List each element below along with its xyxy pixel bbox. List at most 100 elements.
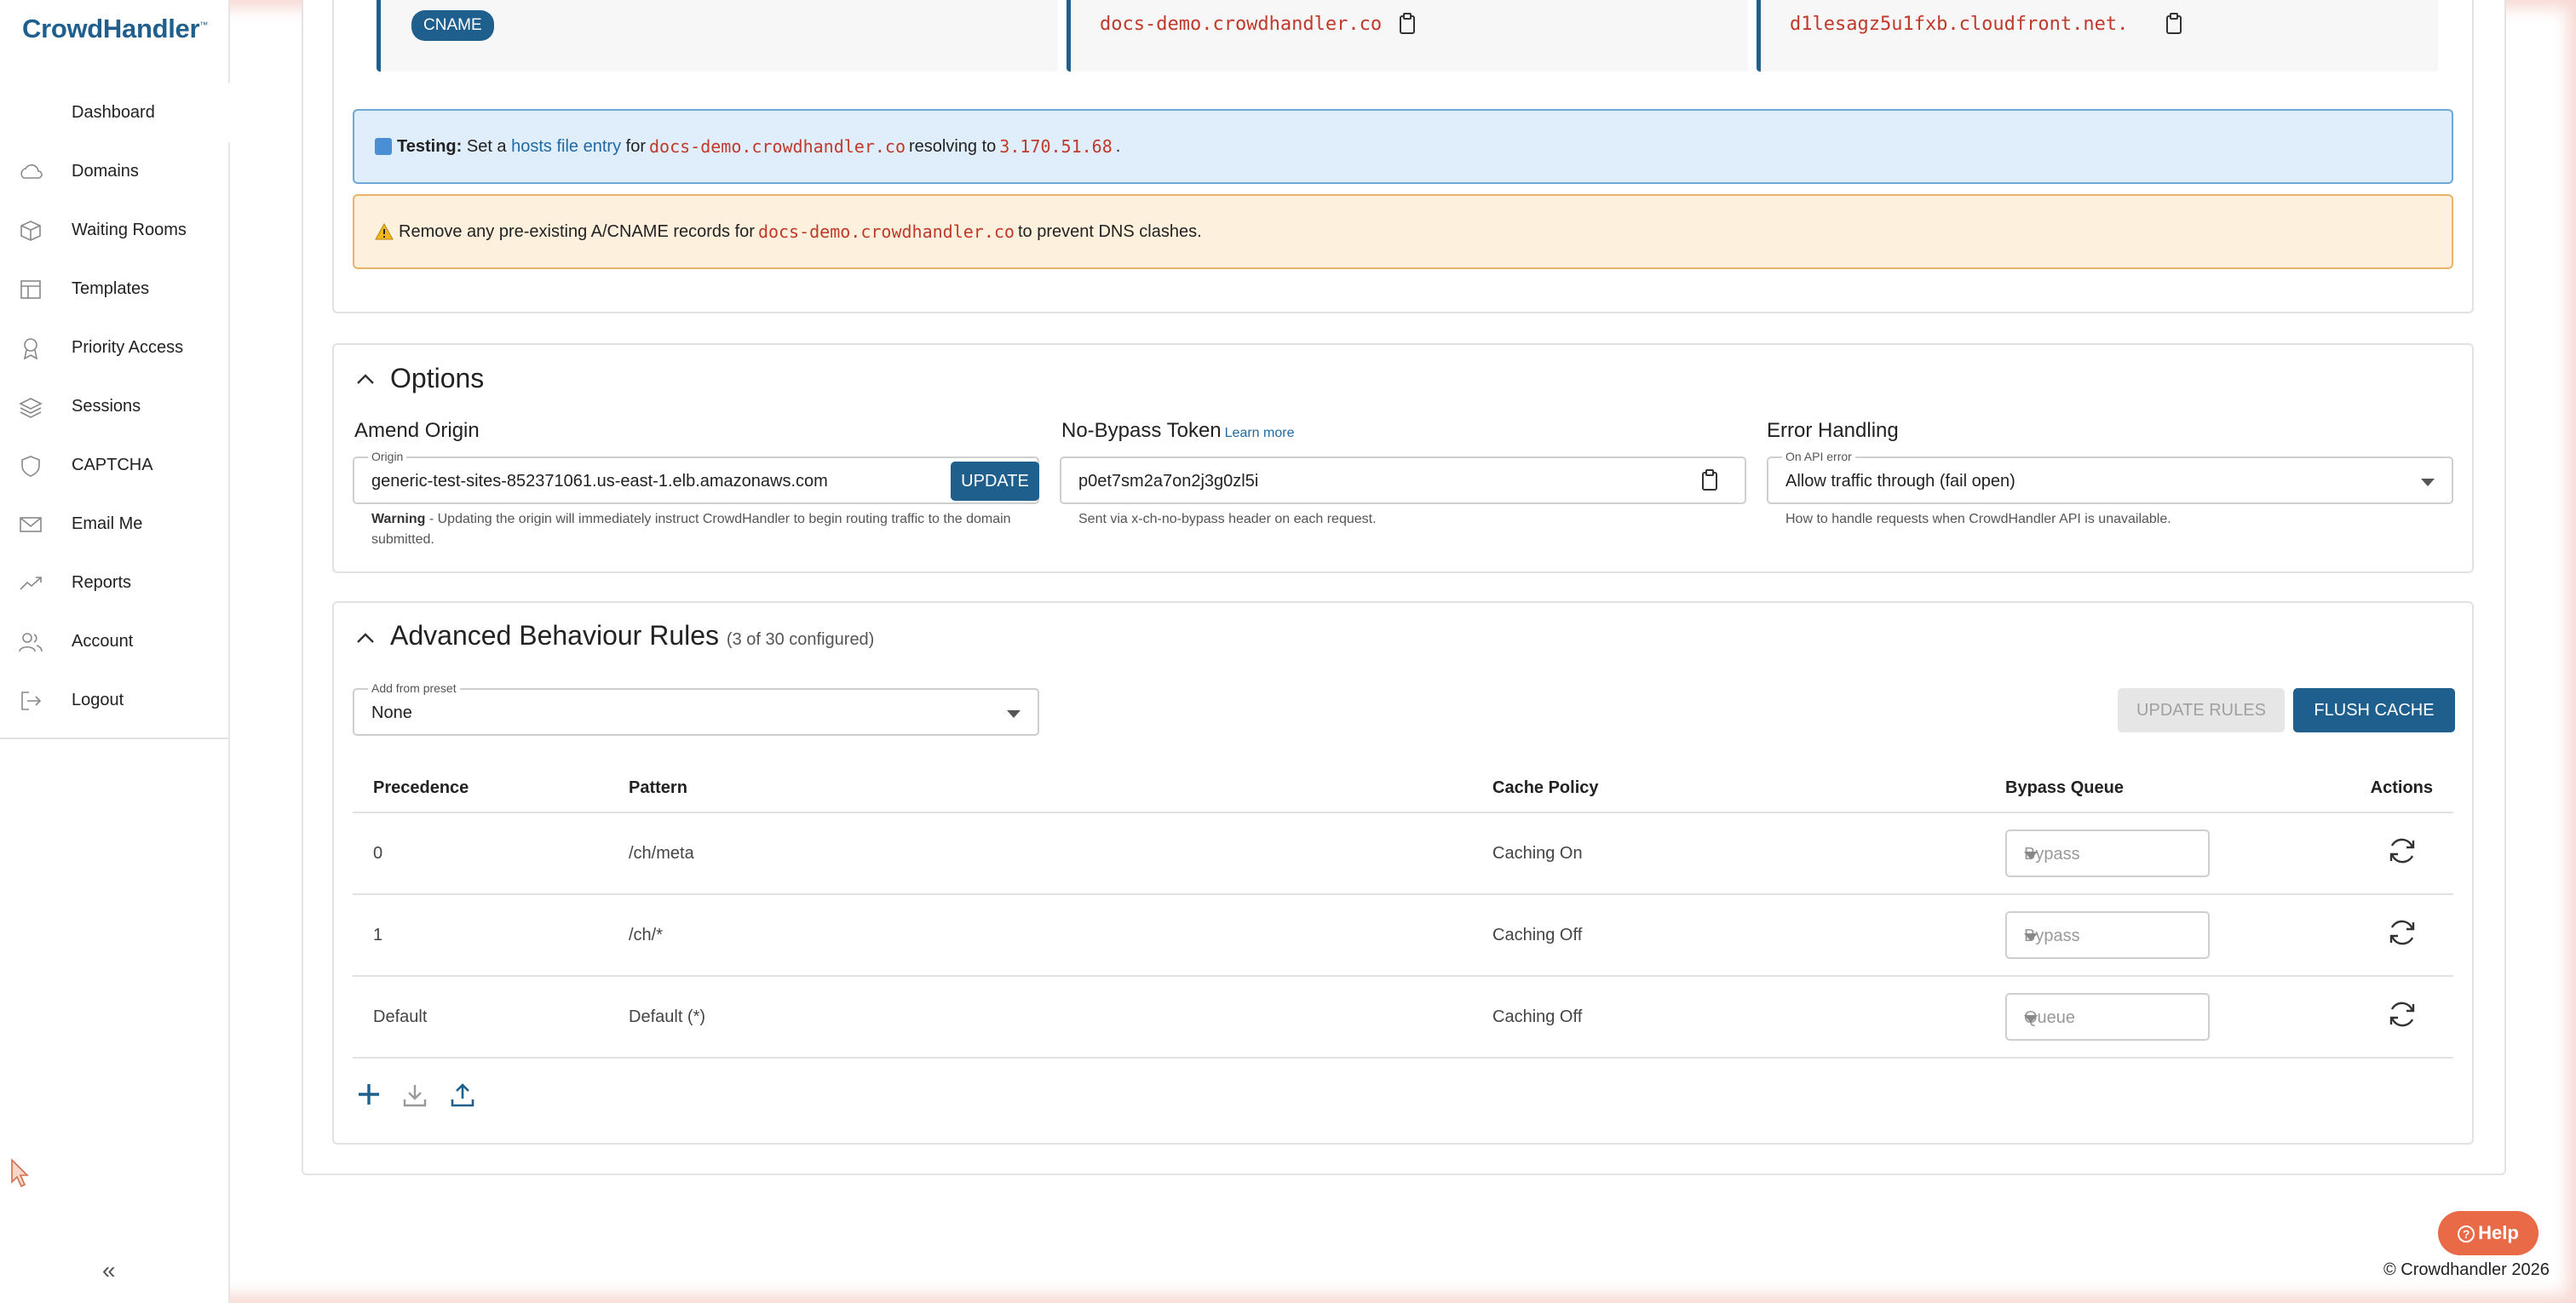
collapse-sidebar-button[interactable]: « [102,1257,116,1284]
cloud-icon [20,164,43,179]
copy-icon[interactable] [2165,12,2183,36]
refresh-icon[interactable] [2385,834,2419,868]
actions-cell [2309,976,2453,1059]
sidebar-divider [0,738,230,739]
logout-icon [21,692,42,710]
sidebar-item-waiting-rooms[interactable]: Waiting Rooms [0,201,230,260]
sidebar-item-captcha[interactable]: CAPTCHA [0,436,230,495]
upload-icon[interactable] [450,1082,475,1109]
bypass-queue-cell: Queue [1985,976,2309,1059]
amend-origin-title: Amend Origin [354,419,480,442]
testing-label: Testing: [397,136,463,156]
error-handling-helper: How to handle requests when CrowdHandler… [1785,512,2171,526]
app-logo[interactable]: CrowdHandler™ [22,14,208,44]
table-header-row: Precedence Pattern Cache Policy Bypass Q… [353,765,2453,813]
table-row: 0 /ch/meta Caching On Bypass [353,812,2453,895]
pattern-cell[interactable]: /ch/meta [608,812,1472,895]
warning-text: Remove any pre-existing A/CNAME records … [399,221,755,241]
sidebar-item-label: Dashboard [72,103,155,122]
layers-icon [19,398,43,418]
dns-name-value: docs-demo.crowdhandler.co [1100,14,1383,35]
sidebar-item-label: Priority Access [72,338,184,357]
pattern-cell[interactable]: Default (*) [608,976,1472,1059]
help-button[interactable]: ? Help [2438,1211,2539,1255]
warning-post-text: to prevent DNS clashes. [1017,221,1202,241]
copy-icon[interactable] [1700,468,1719,492]
update-rules-button[interactable]: UPDATE RULES [2118,688,2285,732]
bypass-queue-select[interactable]: Bypass [2005,911,2210,959]
rules-title: Advanced Behaviour Rules (3 of 30 config… [390,620,875,651]
sidebar-item-label: Templates [72,279,150,298]
dns-value: d1lesagz5u1fxb.cloudfront.net. [1790,14,2129,35]
users-icon [19,633,43,652]
bypass-queue-select[interactable]: Bypass [2005,829,2210,877]
sidebar-item-email-me[interactable]: Email Me [0,495,230,554]
sidebar-item-domains[interactable]: Domains [0,142,230,201]
testing-domain: docs-demo.crowdhandler.co [648,136,906,157]
hosts-file-link[interactable]: hosts file entry [511,137,621,157]
testing-mid-text: resolving to [909,136,997,156]
sidebar-item-label: Sessions [72,397,141,416]
bypass-queue-cell: Bypass [1985,812,2309,895]
sidebar-item-reports[interactable]: Reports [0,554,230,612]
sidebar-item-dashboard[interactable]: Dashboard [0,83,230,142]
ribbon-icon [23,338,38,359]
precedence-cell: 1 [353,894,608,977]
testing-for-text: for [625,136,646,156]
warning-icon [375,223,394,240]
sidebar-item-templates[interactable]: Templates [0,260,230,319]
cache-policy-cell[interactable]: Caching Off [1472,894,1985,977]
dns-record-type-cell: CNAME [377,0,1058,72]
origin-input[interactable]: Origin generic-test-sites-852371061.us-e… [353,450,1039,504]
sidebar-item-account[interactable]: Account [0,612,230,671]
copy-icon[interactable] [1398,12,1417,36]
flush-cache-button[interactable]: FLUSH CACHE [2293,688,2455,732]
pattern-cell[interactable]: /ch/* [608,894,1472,977]
dropdown-caret-icon [1007,710,1021,718]
mouse-cursor-icon [11,1158,29,1188]
preset-select[interactable]: Add from preset None [353,681,1039,736]
warning-domain: docs-demo.crowdhandler.co [757,221,1015,242]
sidebar: CrowdHandler™ Dashboard Domains Waiting … [0,0,230,1303]
preset-value: None [371,703,412,722]
sidebar-item-label: Account [72,632,134,651]
info-icon [375,138,392,155]
sidebar-item-label: Email Me [72,514,143,533]
column-header: Bypass Queue [1985,765,2309,813]
origin-warning: Warning - Updating the origin will immed… [371,512,1011,547]
origin-floating-label: Origin [368,450,407,463]
no-bypass-token-field[interactable]: p0et7sm2a7on2j3g0zl5i [1060,456,1746,504]
column-header: Pattern [608,765,1472,813]
column-header: Precedence [353,765,608,813]
sidebar-item-priority-access[interactable]: Priority Access [0,319,230,377]
update-origin-button[interactable]: UPDATE [951,462,1039,501]
footer-copyright: © Crowdhandler 2026 [2383,1260,2550,1279]
chevron-up-icon[interactable] [356,373,375,385]
chevron-up-icon[interactable] [356,632,375,644]
trend-icon [20,577,42,590]
sidebar-item-logout[interactable]: Logout [0,671,230,730]
refresh-icon[interactable] [2385,997,2419,1031]
column-header: Actions [2309,765,2453,813]
error-handling-value: Allow traffic through (fail open) [1785,472,2015,491]
precedence-cell: 0 [353,812,608,895]
sidebar-item-sessions[interactable]: Sessions [0,377,230,436]
testing-text: Set a [466,136,507,156]
download-icon[interactable] [402,1082,428,1109]
record-type-badge: CNAME [411,10,494,41]
dns-value-cell: d1lesagz5u1fxb.cloudfront.net. [1757,0,2438,72]
actions-cell [2309,894,2453,977]
sidebar-item-label: Waiting Rooms [72,221,187,239]
add-rule-icon[interactable] [356,1082,382,1107]
dropdown-caret-icon [2024,852,2038,859]
shield-icon [21,456,40,477]
error-handling-select[interactable]: On API error Allow traffic through (fail… [1767,450,2453,504]
refresh-icon[interactable] [2385,916,2419,950]
table-row: Default Default (*) Caching Off Queue [353,976,2453,1059]
bypass-queue-select[interactable]: Queue [2005,993,2210,1041]
cache-policy-cell[interactable]: Caching Off [1472,976,1985,1059]
learn-more-link[interactable]: Learn more [1225,426,1295,440]
cache-policy-cell[interactable]: Caching On [1472,812,1985,895]
dropdown-caret-icon [2024,933,2038,941]
rules-table: Precedence Pattern Cache Policy Bypass Q… [353,765,2453,1059]
